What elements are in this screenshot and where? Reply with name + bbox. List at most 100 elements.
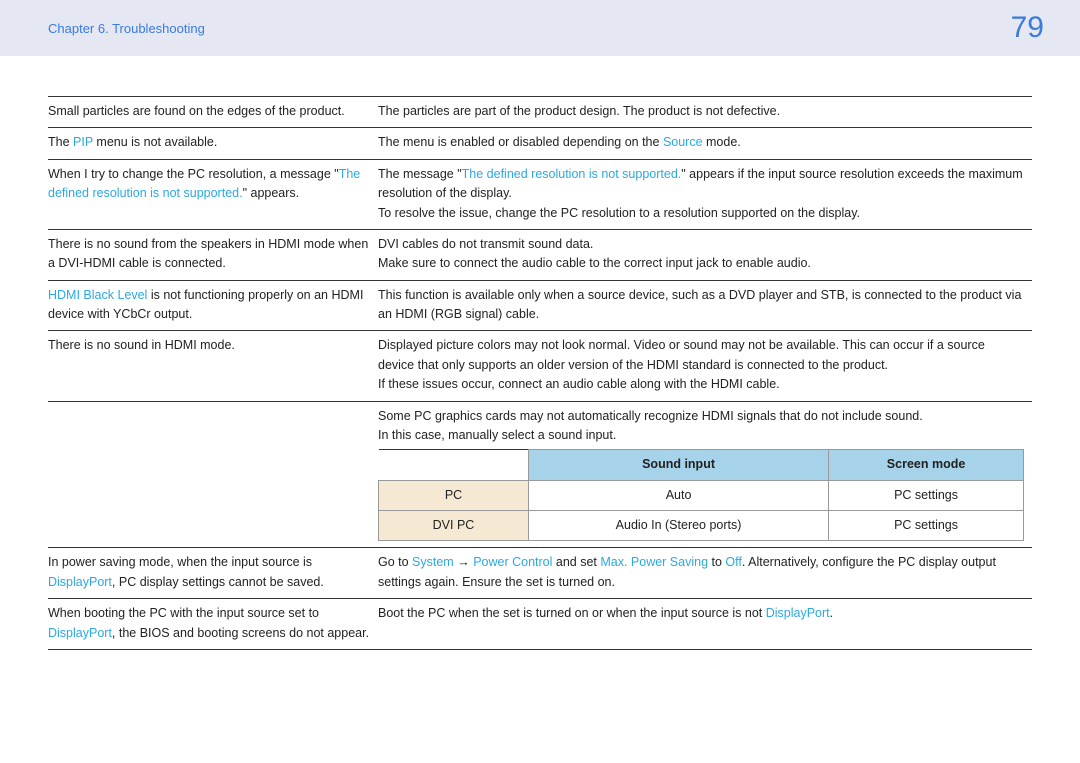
table-row: The PIP menu is not available.The menu i… (48, 128, 1032, 159)
highlight-text: DisplayPort (766, 606, 830, 620)
text-line: To resolve the issue, change the PC reso… (378, 204, 1024, 223)
table-row: HDMI Black Level is not functioning prop… (48, 280, 1032, 331)
table-row: There is no sound from the speakers in H… (48, 229, 1032, 280)
issue-cell: There is no sound in HDMI mode. (48, 331, 378, 401)
text-line: There is no sound in HDMI mode. (48, 336, 370, 355)
troubleshooting-table: Small particles are found on the edges o… (48, 96, 1032, 650)
text: This function is available only when a s… (378, 288, 1021, 321)
table-row: When booting the PC with the input sourc… (48, 599, 1032, 650)
issue-cell: In power saving mode, when the input sou… (48, 548, 378, 599)
content-area: Small particles are found on the edges o… (0, 56, 1080, 650)
chapter-title: Chapter 6. Troubleshooting (48, 21, 205, 36)
text: In power saving mode, when the input sou… (48, 555, 312, 569)
text-line: The menu is enabled or disabled dependin… (378, 133, 1024, 152)
page-number: 79 (1011, 11, 1044, 45)
solution-cell: Go to System → Power Control and set Max… (378, 548, 1032, 599)
text-line: In power saving mode, when the input sou… (48, 553, 370, 592)
highlight-text: HDMI Black Level (48, 288, 147, 302)
inner-corner (379, 450, 529, 480)
text-line: Make sure to connect the audio cable to … (378, 254, 1024, 273)
issue-cell: The PIP menu is not available. (48, 128, 378, 159)
solution-cell: The particles are part of the product de… (378, 97, 1032, 128)
solution-cell: Some PC graphics cards may not automatic… (378, 401, 1032, 548)
table-row: There is no sound in HDMI mode. Displayed… (48, 331, 1032, 401)
table-row: When I try to change the PC resolution, … (48, 159, 1032, 229)
highlight-text: PIP (73, 135, 93, 149)
text: Some PC graphics cards may not automatic… (378, 409, 923, 423)
highlight-text: System (412, 555, 454, 569)
text: to (708, 555, 725, 569)
inner-row-label: DVI PC (379, 511, 529, 541)
highlight-text: Off (725, 555, 741, 569)
text-line: Small particles are found on the edges o… (48, 102, 370, 121)
text-line: The message "The defined resolution is n… (378, 165, 1024, 204)
inner-cell: Audio In (Stereo ports) (529, 511, 829, 541)
text: There is no sound from the speakers in H… (48, 237, 368, 270)
highlight-text: Max. Power Saving (600, 555, 708, 569)
text: The particles are part of the product de… (378, 104, 780, 118)
text: There is no sound in HDMI mode. (48, 338, 235, 352)
text: DVI cables do not transmit sound data. (378, 237, 593, 251)
highlight-text: DisplayPort (48, 626, 112, 640)
inner-row-label: PC (379, 480, 529, 510)
text: The message " (378, 167, 462, 181)
solution-cell: DVI cables do not transmit sound data. Ma… (378, 229, 1032, 280)
inner-cell: PC settings (829, 511, 1024, 541)
inner-header: Sound input (529, 450, 829, 480)
solution-cell: The menu is enabled or disabled dependin… (378, 128, 1032, 159)
solution-cell: Displayed picture colors may not look no… (378, 331, 1032, 401)
solution-cell: This function is available only when a s… (378, 280, 1032, 331)
text-line: The particles are part of the product de… (378, 102, 1024, 121)
text: mode. (703, 135, 741, 149)
inner-cell: Auto (529, 480, 829, 510)
issue-cell: Small particles are found on the edges o… (48, 97, 378, 128)
issue-cell: When I try to change the PC resolution, … (48, 159, 378, 229)
text: Small particles are found on the edges o… (48, 104, 345, 118)
text: When I try to change the PC resolution, … (48, 167, 339, 181)
issue-cell (48, 401, 378, 548)
text: → (454, 555, 473, 569)
table-row: In power saving mode, when the input sou… (48, 548, 1032, 599)
text: . (830, 606, 833, 620)
text: When booting the PC with the input sourc… (48, 606, 319, 620)
text: , the BIOS and booting screens do not ap… (112, 626, 369, 640)
text-line: HDMI Black Level is not functioning prop… (48, 286, 370, 325)
text: Displayed picture colors may not look no… (378, 338, 985, 371)
text: menu is not available. (93, 135, 217, 149)
text-line: Go to System → Power Control and set Max… (378, 553, 1024, 592)
issue-cell: There is no sound from the speakers in H… (48, 229, 378, 280)
table-row: Some PC graphics cards may not automatic… (48, 401, 1032, 548)
table-row: Small particles are found on the edges o… (48, 97, 1032, 128)
solution-cell: Boot the PC when the set is turned on or… (378, 599, 1032, 650)
highlight-text: The defined resolution is not supported. (462, 167, 682, 181)
page-header: Chapter 6. Troubleshooting 79 (0, 0, 1080, 56)
text-line: If these issues occur, connect an audio … (378, 375, 1024, 394)
text: , PC display settings cannot be saved. (112, 575, 324, 589)
text: The (48, 135, 73, 149)
text: In this case, manually select a sound in… (378, 428, 616, 442)
text: and set (552, 555, 600, 569)
text-line: There is no sound from the speakers in H… (48, 235, 370, 274)
text-line: In this case, manually select a sound in… (378, 426, 1024, 445)
issue-cell: When booting the PC with the input sourc… (48, 599, 378, 650)
text: Go to (378, 555, 412, 569)
text-line: Boot the PC when the set is turned on or… (378, 604, 1024, 623)
text-line: When booting the PC with the input sourc… (48, 604, 370, 643)
inner-header: Screen mode (829, 450, 1024, 480)
text-line: The PIP menu is not available. (48, 133, 370, 152)
issue-cell: HDMI Black Level is not functioning prop… (48, 280, 378, 331)
text-line: Displayed picture colors may not look no… (378, 336, 1024, 375)
text-line: When I try to change the PC resolution, … (48, 165, 370, 204)
sound-input-table: Sound inputScreen mode PCAutoPC settings D… (378, 449, 1024, 541)
text: " appears. (243, 186, 300, 200)
highlight-text: Source (663, 135, 703, 149)
solution-cell: The message "The defined resolution is n… (378, 159, 1032, 229)
inner-cell: PC settings (829, 480, 1024, 510)
text: If these issues occur, connect an audio … (378, 377, 780, 391)
highlight-text: Power Control (473, 555, 552, 569)
highlight-text: DisplayPort (48, 575, 112, 589)
text: Make sure to connect the audio cable to … (378, 256, 811, 270)
text: Boot the PC when the set is turned on or… (378, 606, 766, 620)
text: The menu is enabled or disabled dependin… (378, 135, 663, 149)
text-line: DVI cables do not transmit sound data. (378, 235, 1024, 254)
